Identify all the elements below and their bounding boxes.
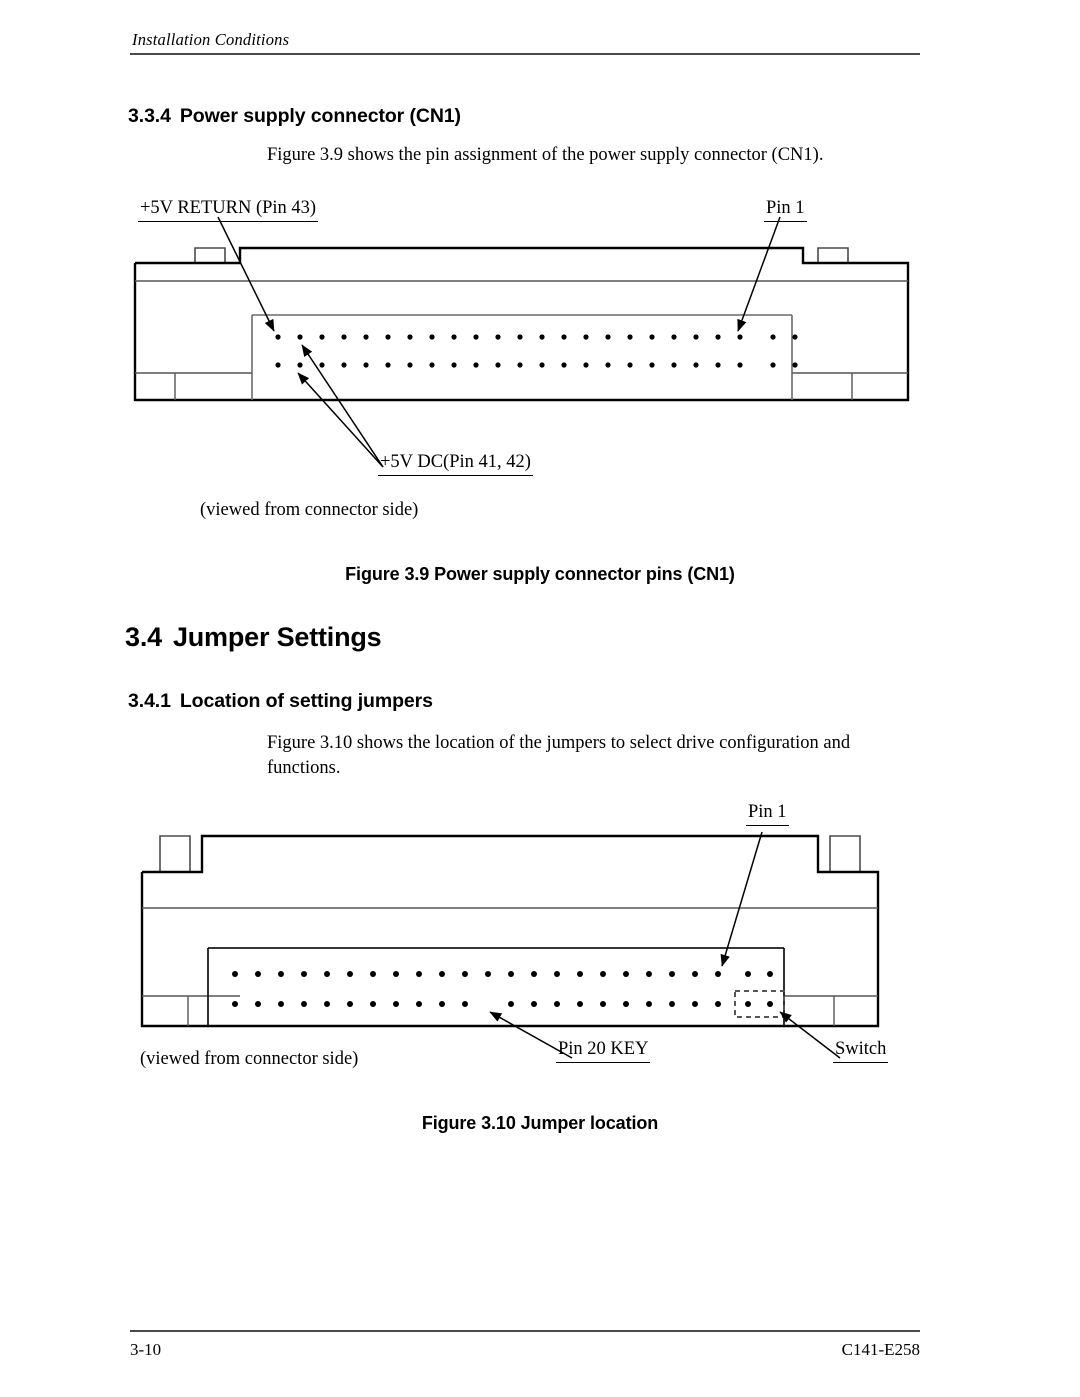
leader-5vdc-b (297, 372, 384, 468)
figure-3-10-caption: Figure 3.10 Jumper location (421, 1113, 659, 1133)
heading-3-4-1-title: Location of setting jumpers (179, 690, 433, 712)
heading-3-4-1-number: 3.4.1 (128, 690, 171, 712)
heading-3-3-4-title: Power supply connector (CN1) (179, 105, 461, 127)
leader-pin1 (737, 216, 781, 332)
leader-5v-return (217, 216, 275, 332)
callout-fig39-pin1: Pin 1 (764, 198, 807, 222)
figure-3-10-drawing (140, 800, 930, 1080)
figure-3-9-note: (viewed from connector side) (200, 500, 419, 520)
leader-fig310-pin1 (720, 831, 763, 967)
footer-rule (130, 1330, 920, 1332)
figure-3-9-drawing (130, 195, 930, 485)
callout-switch: Switch (833, 1039, 889, 1063)
heading-3-4: 3.4 Jumper Settings (125, 622, 382, 653)
figure-3-10-note: (viewed from connector side) (140, 1049, 359, 1069)
paragraph-3-3-4: Figure 3.9 shows the pin assignment of t… (267, 145, 824, 165)
heading-3-4-title: Jumper Settings (172, 622, 382, 652)
callout-5v-dc: +5V DC(Pin 41, 42) (378, 452, 533, 476)
figure-3-9-caption: Figure 3.9 Power supply connector pins (… (345, 564, 735, 584)
heading-3-4-number: 3.4 (125, 622, 162, 652)
header-rule (130, 53, 920, 55)
figure-3-10-pin-dots (232, 971, 773, 1007)
switch-highlight-box (734, 990, 785, 1018)
heading-3-3-4-number: 3.3.4 (128, 105, 171, 127)
running-title: Installation Conditions (132, 30, 290, 49)
callout-pin20-key: Pin 20 KEY (556, 1039, 651, 1063)
callout-fig310-pin1: Pin 1 (746, 802, 789, 826)
footer-doc-number: C141-E258 (841, 1340, 920, 1359)
page-running-header: Installation Conditions (130, 30, 920, 55)
heading-3-3-4: 3.3.4 Power supply connector (CN1) (128, 105, 461, 128)
figure-3-9-pin-dots (275, 334, 798, 368)
leader-switch (779, 1011, 841, 1059)
paragraph-3-4-1: Figure 3.10 shows the location of the ju… (267, 733, 851, 778)
heading-3-4-1: 3.4.1 Location of setting jumpers (128, 690, 433, 713)
callout-5v-return: +5V RETURN (Pin 43) (138, 198, 319, 222)
